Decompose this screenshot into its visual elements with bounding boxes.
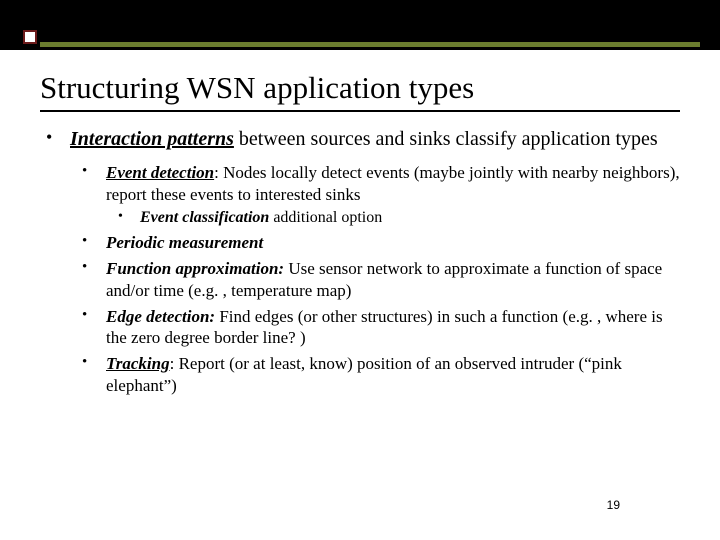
list-item: Function approximation: Use sensor netwo… — [70, 258, 680, 302]
item-term: Edge detection: — [106, 307, 215, 326]
subitem-term: Event classification — [140, 209, 269, 226]
item-term: Event detection — [106, 163, 214, 182]
subitem-rest: additional option — [269, 209, 382, 226]
page-number: 19 — [607, 498, 620, 512]
item-sep: : — [170, 354, 179, 373]
item-term: Function approximation: — [106, 259, 284, 278]
list-item: Event classification additional option — [106, 208, 680, 229]
item-desc: Report (or at least, know) position of a… — [106, 354, 622, 395]
decorative-underline — [40, 42, 700, 47]
list-item: Tracking: Report (or at least, know) pos… — [70, 353, 680, 397]
bullet-list-level3: Event classification additional option — [106, 208, 680, 229]
main-bullet-rest: between sources and sinks classify appli… — [234, 128, 658, 150]
list-item: Event detection: Nodes locally detect ev… — [70, 162, 680, 228]
title-rule — [40, 110, 680, 112]
slide-title: Structuring WSN application types — [40, 70, 680, 106]
item-term: Tracking — [106, 354, 170, 373]
list-item: Periodic measurement — [70, 232, 680, 254]
main-bullet: Interaction patterns between sources and… — [40, 126, 680, 397]
main-bullet-term: Interaction patterns — [70, 128, 234, 150]
item-sep: : — [214, 163, 223, 182]
slide-top-bar — [0, 0, 720, 50]
decorative-square-icon — [23, 30, 37, 44]
item-term: Periodic measurement — [106, 233, 263, 252]
slide-content: Structuring WSN application types Intera… — [0, 50, 720, 397]
list-item: Edge detection: Find edges (or other str… — [70, 306, 680, 350]
bullet-list-level1: Interaction patterns between sources and… — [40, 126, 680, 397]
bullet-list-level2: Event detection: Nodes locally detect ev… — [70, 162, 680, 397]
